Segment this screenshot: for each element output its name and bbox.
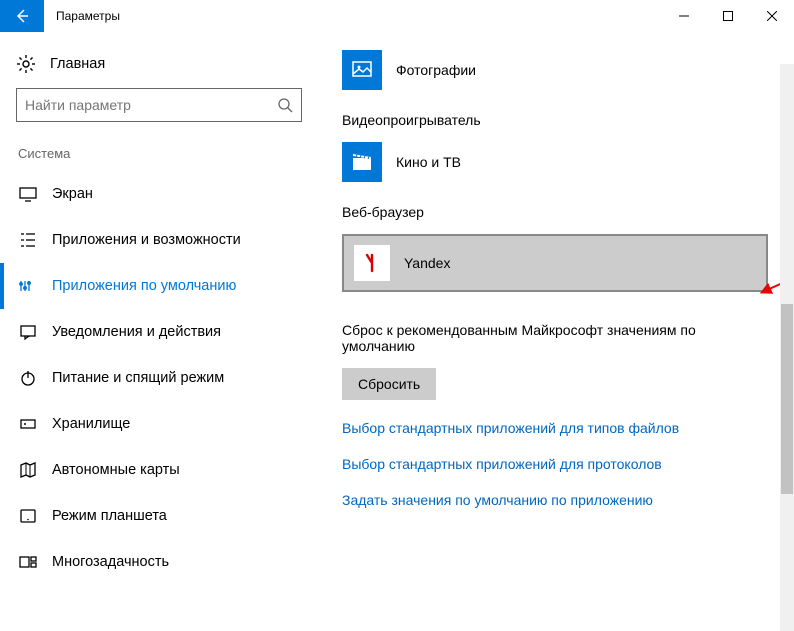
- power-icon: [18, 368, 38, 388]
- section-label: Система: [16, 146, 306, 161]
- reset-description: Сброс к рекомендованным Майкрософт значе…: [342, 322, 732, 354]
- yandex-icon: [360, 251, 384, 275]
- nav-tablet[interactable]: Режим планшета: [16, 493, 306, 539]
- arrow-left-icon: [14, 8, 30, 24]
- link-protocols[interactable]: Выбор стандартных приложений для протоко…: [342, 456, 770, 472]
- video-label: Кино и ТВ: [396, 154, 461, 170]
- nav-label: Экран: [52, 186, 93, 202]
- nav-multitask[interactable]: Многозадачность: [16, 539, 306, 585]
- link-by-app[interactable]: Задать значения по умолчанию по приложен…: [342, 492, 770, 508]
- close-button[interactable]: [750, 0, 794, 32]
- search-input[interactable]: [25, 97, 277, 113]
- nav-label: Автономные карты: [52, 462, 180, 478]
- content-pane: Фотографии Видеопроигрыватель Кино и ТВ …: [306, 32, 794, 631]
- display-icon: [18, 184, 38, 204]
- video-tile: [342, 142, 382, 182]
- maximize-icon: [723, 11, 733, 21]
- nav-label: Режим планшета: [52, 508, 167, 524]
- nav-storage[interactable]: Хранилище: [16, 401, 306, 447]
- nav-label: Хранилище: [52, 416, 130, 432]
- nav-label: Приложения по умолчанию: [52, 278, 236, 294]
- browser-label: Yandex: [404, 255, 450, 271]
- home-label: Главная: [50, 56, 105, 72]
- nav-label: Приложения и возможности: [52, 232, 241, 248]
- nav-apps[interactable]: Приложения и возможности: [16, 217, 306, 263]
- gear-icon: [16, 54, 36, 74]
- close-icon: [767, 11, 777, 21]
- reset-button[interactable]: Сбросить: [342, 368, 436, 400]
- movies-icon: [351, 151, 373, 173]
- minimize-icon: [679, 11, 689, 21]
- video-heading: Видеопроигрыватель: [342, 112, 770, 128]
- nav-default-apps[interactable]: Приложения по умолчанию: [16, 263, 306, 309]
- maximize-button[interactable]: [706, 0, 750, 32]
- link-file-types[interactable]: Выбор стандартных приложений для типов ф…: [342, 420, 770, 436]
- nav-maps[interactable]: Автономные карты: [16, 447, 306, 493]
- nav-label: Уведомления и действия: [52, 324, 221, 340]
- notify-icon: [18, 322, 38, 342]
- window-title: Параметры: [56, 9, 120, 23]
- scrollbar-thumb[interactable]: [781, 304, 793, 494]
- photos-app-row[interactable]: Фотографии: [342, 50, 770, 90]
- browser-heading: Веб-браузер: [342, 204, 770, 220]
- photos-tile: [342, 50, 382, 90]
- nav-power[interactable]: Питание и спящий режим: [16, 355, 306, 401]
- multitask-icon: [18, 552, 38, 572]
- video-app-row[interactable]: Кино и ТВ: [342, 142, 770, 182]
- photos-label: Фотографии: [396, 62, 476, 78]
- home-button[interactable]: Главная: [16, 48, 306, 88]
- nav-display[interactable]: Экран: [16, 171, 306, 217]
- back-button[interactable]: [0, 0, 44, 32]
- photos-icon: [351, 59, 373, 81]
- nav-label: Питание и спящий режим: [52, 370, 224, 386]
- storage-icon: [18, 414, 38, 434]
- minimize-button[interactable]: [662, 0, 706, 32]
- defaults-icon: [18, 276, 38, 296]
- titlebar: Параметры: [0, 0, 794, 32]
- nav-label: Многозадачность: [52, 554, 169, 570]
- browser-app-card[interactable]: Yandex: [342, 234, 768, 292]
- scrollbar[interactable]: [780, 64, 794, 631]
- apps-icon: [18, 230, 38, 250]
- sidebar: Главная Система Экран Приложения и возмо…: [0, 32, 306, 631]
- nav-notifications[interactable]: Уведомления и действия: [16, 309, 306, 355]
- maps-icon: [18, 460, 38, 480]
- search-box[interactable]: [16, 88, 302, 122]
- tablet-icon: [18, 506, 38, 526]
- yandex-tile: [354, 245, 390, 281]
- search-icon: [277, 97, 293, 113]
